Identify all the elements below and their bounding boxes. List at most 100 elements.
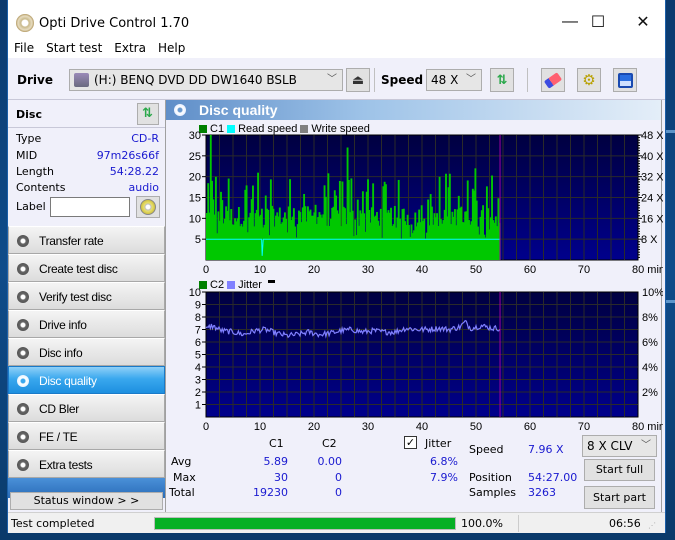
disc-type-label: Type — [16, 132, 42, 145]
x-tick-label: 0 — [203, 264, 209, 276]
y2-tick-label: 10% — [642, 287, 663, 299]
nav-drive-info[interactable]: Drive info — [8, 310, 165, 338]
disc-mid-value: 97m26s66f — [96, 149, 159, 162]
nav-transfer-rate[interactable]: Transfer rate — [8, 226, 165, 254]
save-button[interactable] — [613, 68, 637, 92]
y-tick-label: 5 — [195, 234, 201, 246]
maximize-button[interactable]: ☐ — [583, 10, 613, 34]
max-jitter: 7.9% — [430, 471, 458, 484]
x-tick-label: 40 — [416, 421, 428, 433]
resize-grip-icon[interactable]: ⋰ — [648, 521, 656, 530]
settings-icon: ⚙ — [582, 72, 596, 89]
start-part-button[interactable]: Start part — [584, 486, 655, 509]
cd-icon — [140, 199, 156, 215]
nav-cd-bler[interactable]: CD Bler — [8, 394, 165, 422]
speed-label: Speed — [381, 73, 424, 87]
col-c2-header: C2 — [322, 437, 337, 450]
x-tick-label: 30 — [362, 421, 374, 433]
speed-value: 7.96 X — [528, 443, 564, 456]
menu-extra[interactable]: Extra — [108, 38, 152, 58]
drive-select[interactable]: (H:) BENQ DVD DD DW1640 BSLB ﹀ — [69, 69, 343, 91]
x-tick-label: 70 — [578, 264, 590, 276]
y-tick-label: 25 — [189, 151, 201, 163]
x-tick-label: 20 — [308, 421, 320, 433]
disc-label-input[interactable] — [50, 197, 130, 217]
c1-chart: 5 10 15 20 25 30 8 X 16 X 24 X 32 X 40 X 48 X 0 10 20 3… — [189, 130, 663, 276]
chevron-down-icon: ﹀ — [466, 74, 476, 85]
save-icon — [617, 72, 633, 88]
eject-button[interactable]: ⏏ — [346, 68, 370, 92]
drive-info-icon — [17, 319, 29, 331]
position-label: Position — [469, 471, 512, 484]
settings-button[interactable]: ⚙ — [577, 68, 601, 92]
y-tick-label: 10 — [189, 213, 201, 225]
y-tick-label: 1 — [195, 400, 201, 412]
menu-file[interactable]: File — [8, 38, 40, 58]
erase-button[interactable] — [541, 68, 565, 92]
write-label-button[interactable] — [136, 196, 160, 218]
nav-extra-tests[interactable]: Extra tests — [8, 450, 165, 478]
disc-quality-panel: Disc quality C1 Read speed Write speed 5… — [165, 100, 663, 512]
nav-create-test-disc[interactable]: Create test disc — [8, 254, 165, 282]
total-c2: 0 — [335, 486, 342, 499]
disc-type-value: CD-R — [131, 132, 159, 145]
nav-label: Disc quality — [39, 374, 97, 388]
window-title: Opti Drive Control 1.70 — [39, 16, 190, 31]
start-full-button[interactable]: Start full — [584, 459, 655, 481]
y2-tick-label: 2% — [642, 387, 658, 399]
nav-label: Create test disc — [39, 262, 118, 276]
avg-c2: 0.00 — [317, 455, 343, 468]
sidebar: Disc ⇅ Type CD-R MID 97m26s66f Length 54… — [8, 100, 165, 512]
x-tick-label: 80 min — [632, 264, 663, 276]
minimize-button[interactable]: — — [555, 10, 585, 34]
x-tick-label: 0 — [203, 421, 209, 433]
speed-select-value: 48 X — [431, 73, 459, 87]
disc-length-value: 54:28.22 — [109, 165, 159, 178]
x-tick-label: 80 min — [632, 421, 663, 433]
close-button[interactable]: ✕ — [628, 10, 658, 34]
x-tick-label: 60 — [524, 264, 536, 276]
extra-tests-icon — [17, 459, 29, 471]
speed-mode-select[interactable]: 8 X CLV ﹀ — [582, 435, 657, 457]
progress-fill — [155, 518, 455, 529]
samples-label: Samples — [469, 486, 516, 499]
nav-label: Drive info — [39, 318, 87, 332]
menu-start-test[interactable]: Start test — [40, 38, 108, 58]
jitter-header: Jitter — [425, 437, 452, 450]
disc-contents-value: audio — [128, 181, 159, 194]
disc-length-label: Length — [16, 165, 54, 178]
speed-select[interactable]: 48 X ﹀ — [426, 69, 482, 91]
jitter-checkbox[interactable]: ✓ — [404, 436, 417, 449]
y2-tick-label: 24 X — [641, 193, 663, 205]
progress-text: 100.0% — [461, 517, 503, 530]
y2-tick-label: 32 X — [641, 172, 663, 184]
x-tick-label: 50 — [470, 264, 482, 276]
avg-c1: 5.89 — [263, 455, 289, 468]
status-window-button[interactable]: Status window > > — [10, 492, 163, 510]
nav-fe-te[interactable]: FE / TE — [8, 422, 165, 450]
transfer-rate-icon — [17, 235, 29, 247]
y2-tick-label: 4% — [642, 362, 658, 374]
nav-disc-info[interactable]: Disc info — [8, 338, 165, 366]
status-divider — [518, 515, 519, 532]
disc-refresh-button[interactable]: ⇅ — [137, 103, 159, 125]
x-tick-label: 10 — [254, 421, 266, 433]
avg-label: Avg — [171, 455, 192, 468]
total-label: Total — [169, 486, 195, 499]
nav-disc-quality[interactable]: Disc quality — [8, 366, 165, 394]
eject-icon: ⏏ — [351, 72, 365, 87]
disc-header: Disc ⇅ — [8, 100, 165, 128]
total-c1: 19230 — [253, 486, 288, 499]
nav-verify-test-disc[interactable]: Verify test disc — [8, 282, 165, 310]
menu-bar: File Start test Extra Help — [8, 38, 665, 58]
y-tick-label: 30 — [189, 130, 201, 142]
refresh-button[interactable]: ⇅ — [490, 68, 514, 92]
x-tick-label: 70 — [578, 421, 590, 433]
menu-help[interactable]: Help — [152, 38, 191, 58]
y-tick-label: 7 — [195, 325, 201, 337]
y-tick-label: 15 — [189, 193, 201, 205]
refresh-icon: ⇅ — [142, 106, 153, 121]
samples-value: 3263 — [528, 486, 556, 499]
y-tick-label: 10 — [189, 287, 201, 299]
disc-heading: Disc — [16, 108, 42, 121]
